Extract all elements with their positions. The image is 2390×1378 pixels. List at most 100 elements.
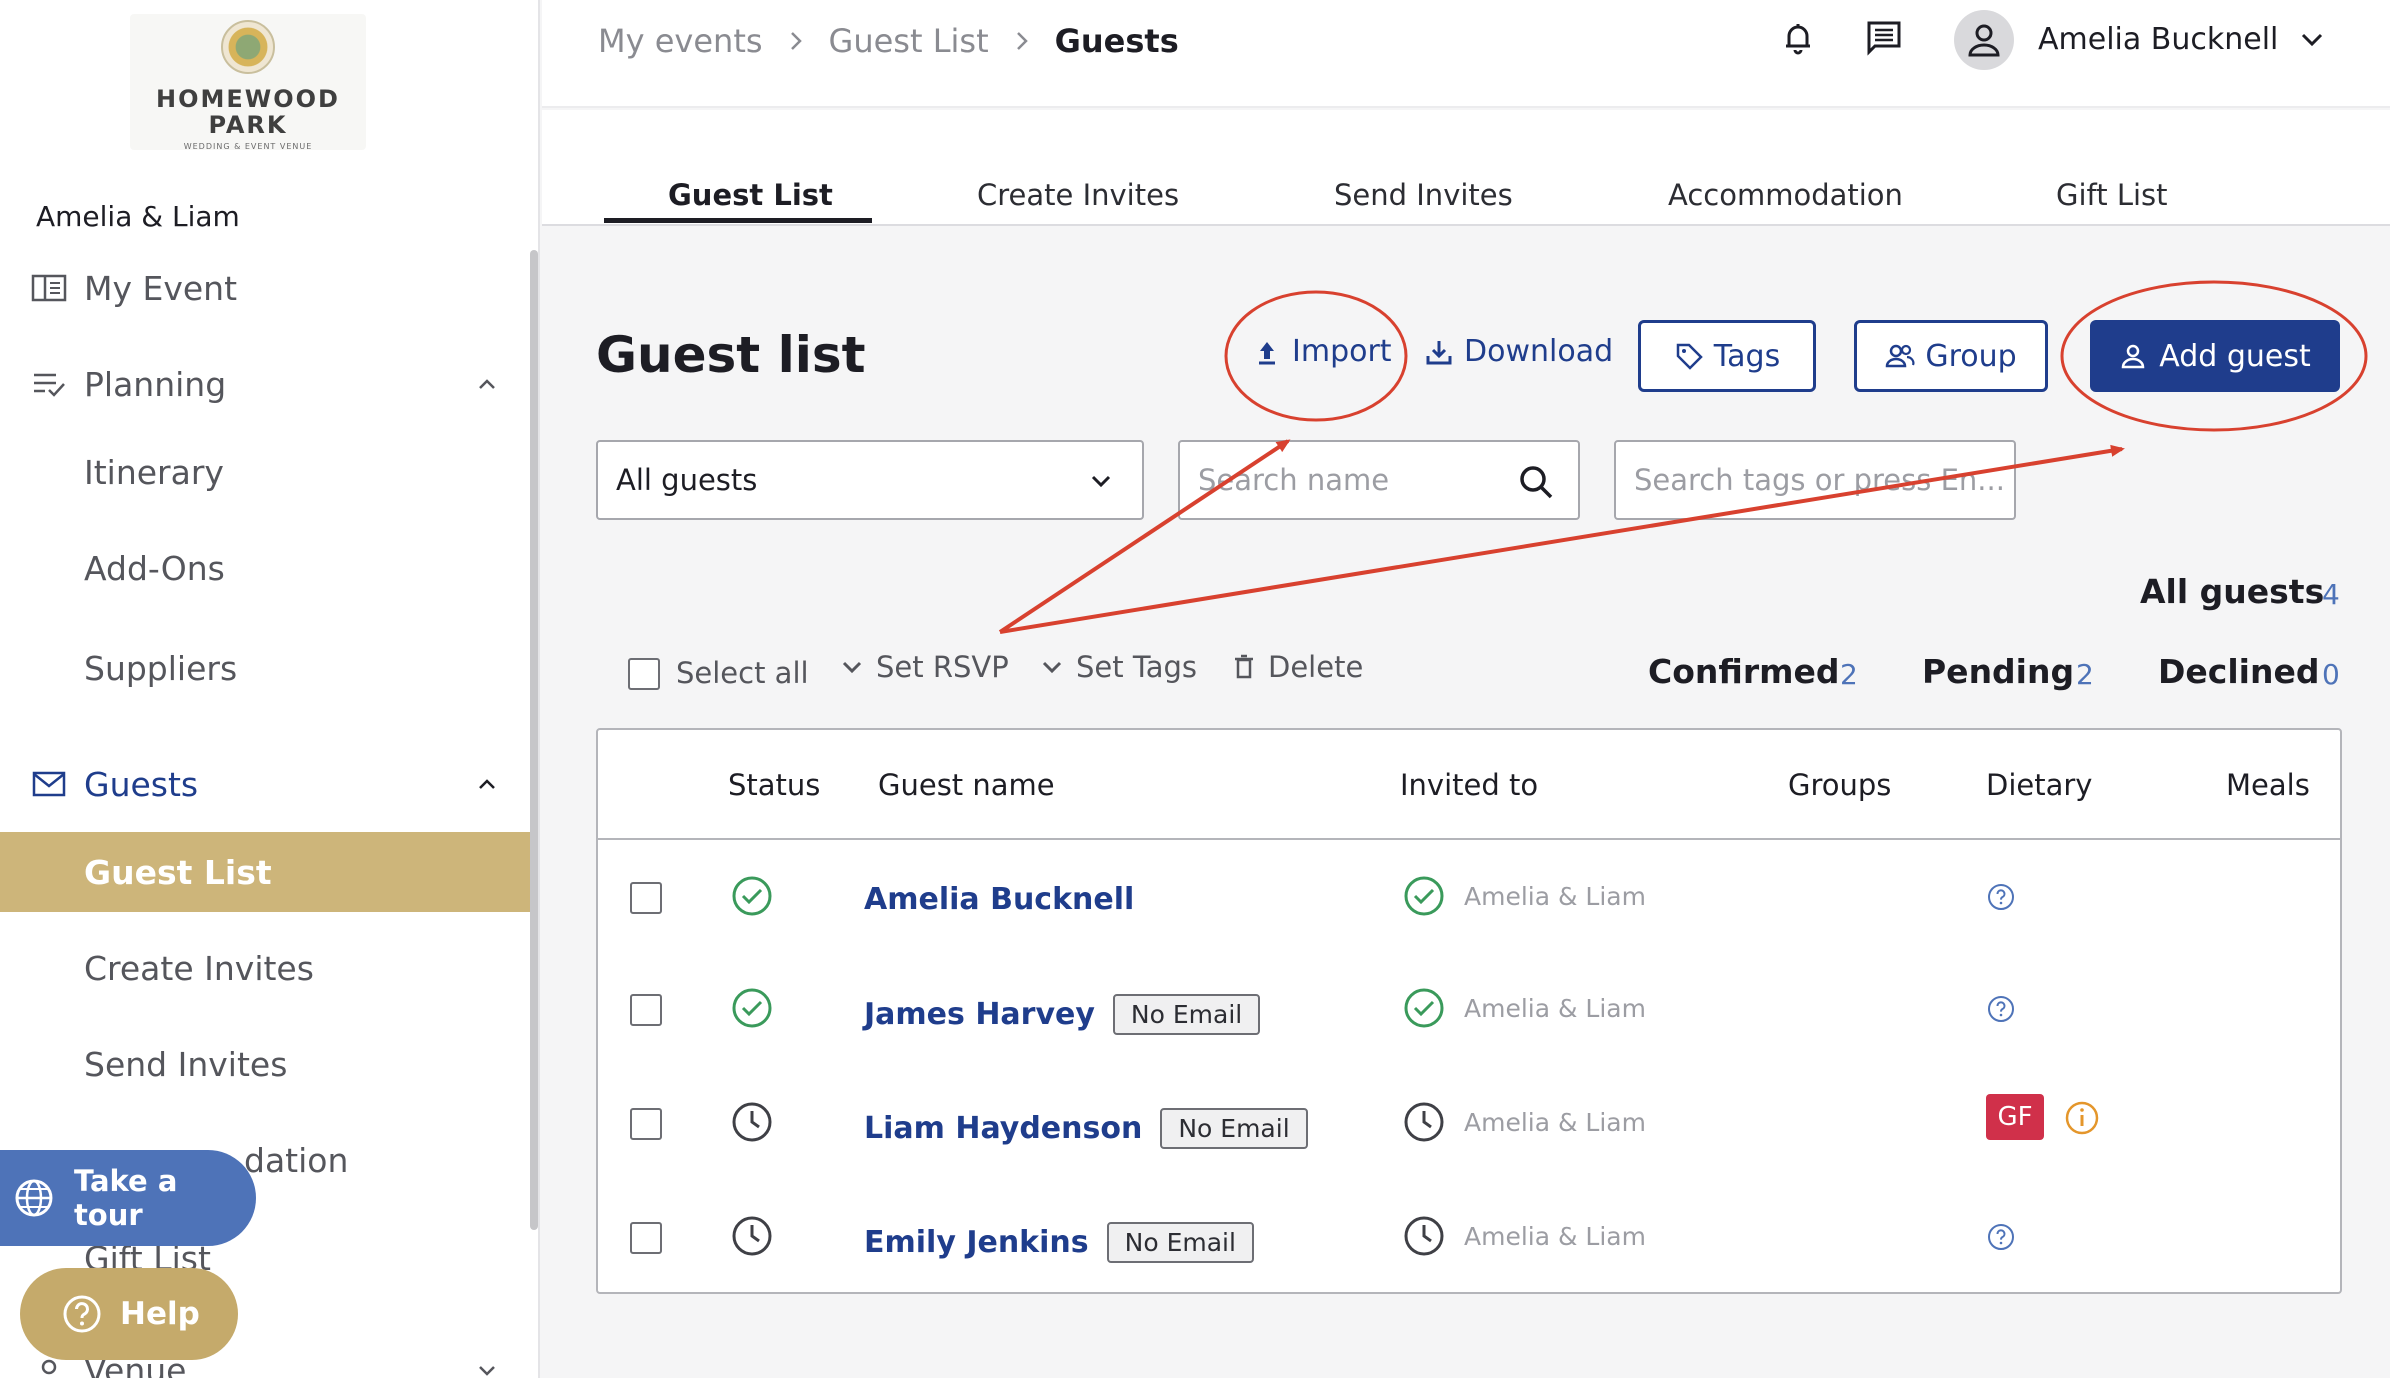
check-circle-icon [1404, 876, 1444, 916]
help-label: Help [120, 1296, 200, 1332]
sidebar-item-create-invites[interactable]: Create Invites [0, 928, 530, 1008]
select-all-label[interactable]: Select all [676, 656, 809, 690]
column-status[interactable]: Status [728, 768, 820, 802]
bell-icon[interactable] [1778, 18, 1818, 58]
sidebar-item-label: Planning [84, 364, 227, 404]
chevron-down-icon[interactable] [2296, 24, 2328, 56]
count-all: 4 [2322, 578, 2340, 611]
invited-to: Amelia & Liam [1464, 1222, 1646, 1251]
tab-gift-list[interactable]: Gift List [2056, 178, 2168, 212]
sidebar-item-guest-list[interactable]: Guest List [0, 832, 530, 912]
tab-send-invites[interactable]: Send Invites [1334, 178, 1513, 212]
no-email-badge: No Email [1160, 1108, 1308, 1149]
table-row[interactable]: Emily Jenkins No Email Amelia & Liam [598, 1184, 2340, 1296]
clock-icon [732, 1102, 772, 1142]
select-all-checkbox[interactable] [628, 658, 660, 690]
logo-line-1: HOMEWOOD [156, 85, 340, 113]
info-circle-icon[interactable] [2064, 1100, 2100, 1136]
group-button[interactable]: Group [1854, 320, 2048, 392]
logo-line-3: WEDDING & EVENT VENUE [183, 142, 313, 151]
download-button[interactable]: Download [1424, 334, 1613, 369]
chevron-up-icon[interactable] [472, 769, 502, 799]
sidebar-item-addons[interactable]: Add-Ons [0, 528, 530, 608]
set-tags-button[interactable]: Set Tags [1038, 650, 1197, 684]
dietary-gf-badge[interactable]: GF [1986, 1094, 2044, 1140]
column-groups[interactable]: Groups [1788, 768, 1891, 802]
row-checkbox[interactable] [630, 1222, 662, 1254]
breadcrumb-my-events[interactable]: My events [598, 22, 763, 60]
row-checkbox[interactable] [630, 882, 662, 914]
column-invited-to[interactable]: Invited to [1400, 768, 1538, 802]
table-row[interactable]: Amelia Bucknell Amelia & Liam [598, 844, 2340, 956]
column-guest-name[interactable]: Guest name [878, 768, 1055, 802]
question-circle-icon[interactable] [1986, 994, 2016, 1024]
question-circle-icon[interactable] [1986, 1222, 2016, 1252]
event-couple-name: Amelia & Liam [36, 200, 240, 233]
search-tags-input[interactable] [1634, 463, 2014, 497]
logo-emblem-icon [221, 20, 275, 74]
chevron-up-icon[interactable] [472, 369, 502, 399]
sidebar-item-send-invites[interactable]: Send Invites [0, 1024, 530, 1104]
book-open-icon [30, 269, 68, 307]
sidebar-scrollbar[interactable] [530, 250, 538, 1230]
sidebar-item-guests[interactable]: Guests [0, 744, 530, 824]
sidebar-item-my-event[interactable]: My Event [0, 248, 530, 328]
help-button[interactable]: Help [20, 1268, 238, 1360]
chevron-down-icon[interactable] [472, 1355, 502, 1378]
tab-bar: Guest List Create Invites Send Invites A… [542, 110, 2390, 226]
set-tags-label: Set Tags [1076, 650, 1198, 684]
top-header: My events Guest List Guests Amelia Buckn… [542, 0, 2390, 108]
import-button[interactable]: Import [1252, 334, 1392, 369]
search-icon[interactable] [1516, 462, 1556, 502]
search-tags-field[interactable] [1614, 440, 2016, 520]
tab-create-invites[interactable]: Create Invites [977, 178, 1179, 212]
take-tour-button[interactable]: Take a tour [0, 1150, 256, 1246]
count-declined-label[interactable]: Declined [2158, 652, 2319, 691]
count-pending-label[interactable]: Pending [1922, 652, 2074, 691]
count-confirmed-label[interactable]: Confirmed [1648, 652, 1840, 691]
sidebar-item-suppliers[interactable]: Suppliers [0, 628, 530, 708]
tab-guest-list[interactable]: Guest List [668, 178, 833, 212]
delete-button[interactable]: Delete [1230, 650, 1363, 684]
tags-button[interactable]: Tags [1638, 320, 1816, 392]
user-icon [1968, 24, 2000, 57]
page-title: Guest list [596, 326, 866, 384]
search-name-field[interactable] [1178, 440, 1580, 520]
column-dietary[interactable]: Dietary [1986, 768, 2092, 802]
guest-filter-select[interactable]: All guests [596, 440, 1144, 520]
venue-logo[interactable]: HOMEWOOD PARK WEDDING & EVENT VENUE [130, 14, 366, 151]
set-rsvp-button[interactable]: Set RSVP [838, 650, 1009, 684]
tag-icon [1676, 343, 1703, 370]
column-meals[interactable]: Meals [2226, 768, 2310, 802]
table-row[interactable]: Liam Haydenson No Email Amelia & Liam GF [598, 1070, 2340, 1182]
invited-to: Amelia & Liam [1464, 994, 1646, 1023]
sidebar-item-label: Itinerary [84, 452, 224, 492]
table-row[interactable]: James Harvey No Email Amelia & Liam [598, 956, 2340, 1068]
tab-accommodation[interactable]: Accommodation [1668, 178, 1903, 212]
breadcrumb: My events Guest List Guests [598, 22, 1179, 60]
breadcrumb-guest-list[interactable]: Guest List [829, 22, 989, 60]
message-icon[interactable] [1864, 18, 1904, 58]
guest-name-link[interactable]: James Harvey No Email [864, 994, 1261, 1035]
guest-name-link[interactable]: Liam Haydenson No Email [864, 1108, 1308, 1149]
guest-name-link[interactable]: Emily Jenkins No Email [864, 1222, 1254, 1263]
breadcrumb-guests: Guests [1054, 22, 1179, 60]
sidebar-item-label: Guests [84, 764, 199, 804]
trash-icon [1235, 654, 1253, 679]
guest-name-link[interactable]: Amelia Bucknell [864, 882, 1134, 917]
logo-line-2: PARK [208, 111, 288, 139]
mail-icon [30, 765, 68, 803]
clock-icon [1404, 1216, 1444, 1256]
clock-icon [732, 1216, 772, 1256]
row-checkbox[interactable] [630, 1108, 662, 1140]
add-guest-button[interactable]: Add guest [2090, 320, 2340, 392]
user-name[interactable]: Amelia Bucknell [2038, 22, 2278, 57]
sidebar-item-itinerary[interactable]: Itinerary [0, 432, 530, 512]
sidebar-item-label: Send Invites [84, 1044, 288, 1084]
sidebar-item-label: dation [244, 1140, 349, 1180]
sidebar-item-planning[interactable]: Planning [0, 344, 530, 424]
row-checkbox[interactable] [630, 994, 662, 1026]
question-circle-icon[interactable] [1986, 882, 2016, 912]
group-label: Group [1925, 338, 2017, 374]
avatar[interactable] [1954, 10, 2014, 70]
